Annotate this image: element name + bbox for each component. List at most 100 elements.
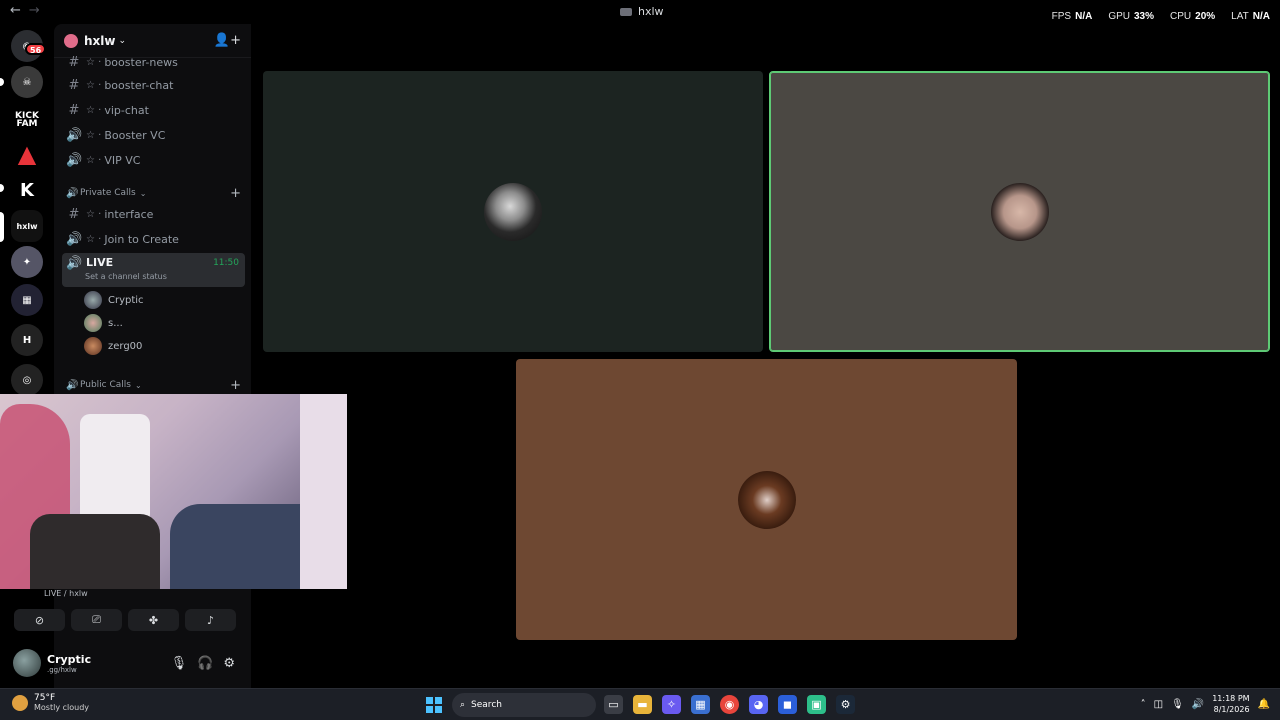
notification-icon[interactable]: 🔔 xyxy=(1258,699,1270,710)
store-icon[interactable]: ▦ xyxy=(691,695,710,714)
unread-pill xyxy=(0,78,4,86)
app-icon[interactable]: ◼ xyxy=(778,695,797,714)
discord-icon[interactable]: ◕ xyxy=(749,695,768,714)
microphone-tray-icon[interactable]: 🎙 xyxy=(1171,699,1184,710)
headphones-icon[interactable]: 🎧 xyxy=(197,656,213,671)
channel-vip-vc[interactable]: 🔊 ☆ · VIP VC xyxy=(62,149,245,171)
server-icon-hxlw[interactable]: hxlw xyxy=(11,210,43,242)
search-box[interactable]: ⌕ Search xyxy=(452,693,596,717)
window-title-text: hxlw xyxy=(638,5,664,18)
gear-icon[interactable]: ⚙ xyxy=(223,656,235,671)
speaker-icon: 🔊 xyxy=(66,152,83,168)
channel-label: LIVE xyxy=(86,256,114,269)
server-avatar xyxy=(64,33,78,48)
category-public-calls[interactable]: 🔊 Public Calls ⌄ + xyxy=(62,377,245,393)
gpu-value: 33% xyxy=(1134,11,1155,22)
app-icon-2[interactable]: ▣ xyxy=(807,695,826,714)
add-channel-icon[interactable]: + xyxy=(230,186,241,201)
forward-icon[interactable]: → xyxy=(29,3,40,18)
voice-connection-label[interactable]: LIVE / hxlw xyxy=(44,589,245,598)
server-icon-folder-3[interactable]: ◎ xyxy=(11,364,43,396)
channel-status[interactable]: Set a channel status xyxy=(85,272,167,281)
star-icon: ☆ · xyxy=(86,56,102,68)
avatar xyxy=(84,291,102,309)
channel-booster-news[interactable]: # ☆ · booster-news xyxy=(62,51,245,73)
call-timer: 11:50 xyxy=(213,258,239,268)
speaker-icon: 🔊 xyxy=(66,187,79,199)
category-private-calls[interactable]: 🔊 Private Calls ⌄ + xyxy=(62,185,245,201)
performance-overlay: FPS N/A GPU 33% CPU 20% LAT N/A xyxy=(1052,11,1270,22)
invite-icon[interactable]: 👤+ xyxy=(214,33,241,48)
start-button[interactable] xyxy=(426,697,442,713)
unread-pill xyxy=(0,184,4,192)
fps-label: FPS xyxy=(1051,11,1072,22)
network-icon[interactable]: ◫ xyxy=(1154,699,1163,710)
volume-icon[interactable]: 🔊 xyxy=(1192,699,1204,710)
task-view-icon[interactable]: ▭ xyxy=(604,695,623,714)
copilot-icon[interactable]: ✧ xyxy=(662,695,681,714)
webcam-preview xyxy=(0,394,347,589)
title-bar: ← → hxlw FPS N/A GPU 33% CPU 20% LAT N/A xyxy=(0,0,1280,24)
voice-user-name: zerg00 xyxy=(108,340,143,352)
star-icon: ☆ · xyxy=(86,208,102,220)
server-icon-group[interactable]: ✦ xyxy=(11,246,43,278)
soundboard-button[interactable]: ♪ xyxy=(185,609,236,631)
system-tray: ˄ ◫ 🎙 🔊 11:18 PM 8/1/2026 🔔 xyxy=(1141,693,1270,715)
search-icon: ⌕ xyxy=(460,700,466,710)
dm-badge: 56 xyxy=(25,43,47,55)
voice-user[interactable]: zerg00 xyxy=(84,336,142,356)
category-label: Private Calls xyxy=(80,188,136,198)
hash-icon: # xyxy=(68,77,80,93)
channel-live[interactable]: 🔊 LIVE 11:50 Set a channel status xyxy=(62,253,245,287)
server-icon-k[interactable]: K xyxy=(11,174,43,206)
voice-user[interactable]: s... xyxy=(84,313,123,333)
star-icon: ☆ · xyxy=(86,129,102,141)
user-name: Cryptic xyxy=(47,652,92,666)
clock[interactable]: 11:18 PM 8/1/2026 xyxy=(1212,693,1249,715)
participant-tile[interactable] xyxy=(516,359,1017,640)
server-icon-folder[interactable]: ▦ xyxy=(11,284,43,316)
voice-user[interactable]: Cryptic xyxy=(84,290,144,310)
channel-join-to-create[interactable]: 🔊 ☆ · Join to Create xyxy=(62,228,245,250)
server-name: hxlw xyxy=(84,33,116,48)
back-icon[interactable]: ← xyxy=(10,3,21,18)
server-icon-folder-2[interactable]: H xyxy=(11,324,43,356)
participant-tile[interactable] xyxy=(263,71,763,352)
speaker-icon: 🔊 xyxy=(66,256,83,271)
channel-booster-vc[interactable]: 🔊 ☆ · Booster VC xyxy=(62,124,245,146)
star-icon: ☆ · xyxy=(86,104,102,116)
weather-condition: Mostly cloudy xyxy=(34,703,89,712)
avatar xyxy=(84,337,102,355)
steam-icon[interactable]: ⚙ xyxy=(836,695,855,714)
activities-button[interactable]: ✤ xyxy=(128,609,179,631)
file-explorer-icon[interactable]: ▬ xyxy=(633,695,652,714)
cpu-value: 20% xyxy=(1195,11,1216,22)
channel-interface[interactable]: # ☆ · interface xyxy=(62,203,245,225)
chevron-up-icon[interactable]: ˄ xyxy=(1141,699,1146,710)
channel-booster-chat[interactable]: # ☆ · booster-chat xyxy=(62,74,245,96)
chevron-down-icon: ⌄ xyxy=(135,380,142,390)
screen-share-button[interactable]: ⎚ xyxy=(71,609,122,631)
add-channel-icon[interactable]: + xyxy=(230,378,241,393)
channel-vip-chat[interactable]: # ☆ · vip-chat xyxy=(62,99,245,121)
chrome-icon[interactable]: ◉ xyxy=(720,695,739,714)
server-icon-apex[interactable]: ▲ xyxy=(11,138,43,170)
avatar xyxy=(990,182,1049,241)
channel-label: interface xyxy=(104,207,154,221)
microphone-icon[interactable]: 🎙 xyxy=(171,656,188,671)
fps-value: N/A xyxy=(1075,11,1093,22)
weather-widget[interactable]: 75°F Mostly cloudy xyxy=(12,693,89,712)
camera-off-button[interactable]: ⊘ xyxy=(14,609,65,631)
server-icon-1[interactable]: ☠ xyxy=(11,66,43,98)
avatar[interactable] xyxy=(13,649,41,677)
taskbar-apps: ▭ ▬ ✧ ▦ ◉ ◕ ◼ ▣ ⚙ xyxy=(604,695,855,714)
server-icon-kickfam[interactable]: KICK FAM xyxy=(11,104,43,136)
user-status: .gg/hxlw xyxy=(47,665,77,674)
time: 11:18 PM xyxy=(1212,694,1250,703)
camera-off-icon: ⊘ xyxy=(34,613,45,627)
cpu-label: CPU xyxy=(1170,11,1192,22)
weather-icon xyxy=(12,694,28,711)
avatar xyxy=(484,182,542,241)
participant-tile-speaking[interactable] xyxy=(769,71,1270,352)
lat-value: N/A xyxy=(1252,11,1270,22)
